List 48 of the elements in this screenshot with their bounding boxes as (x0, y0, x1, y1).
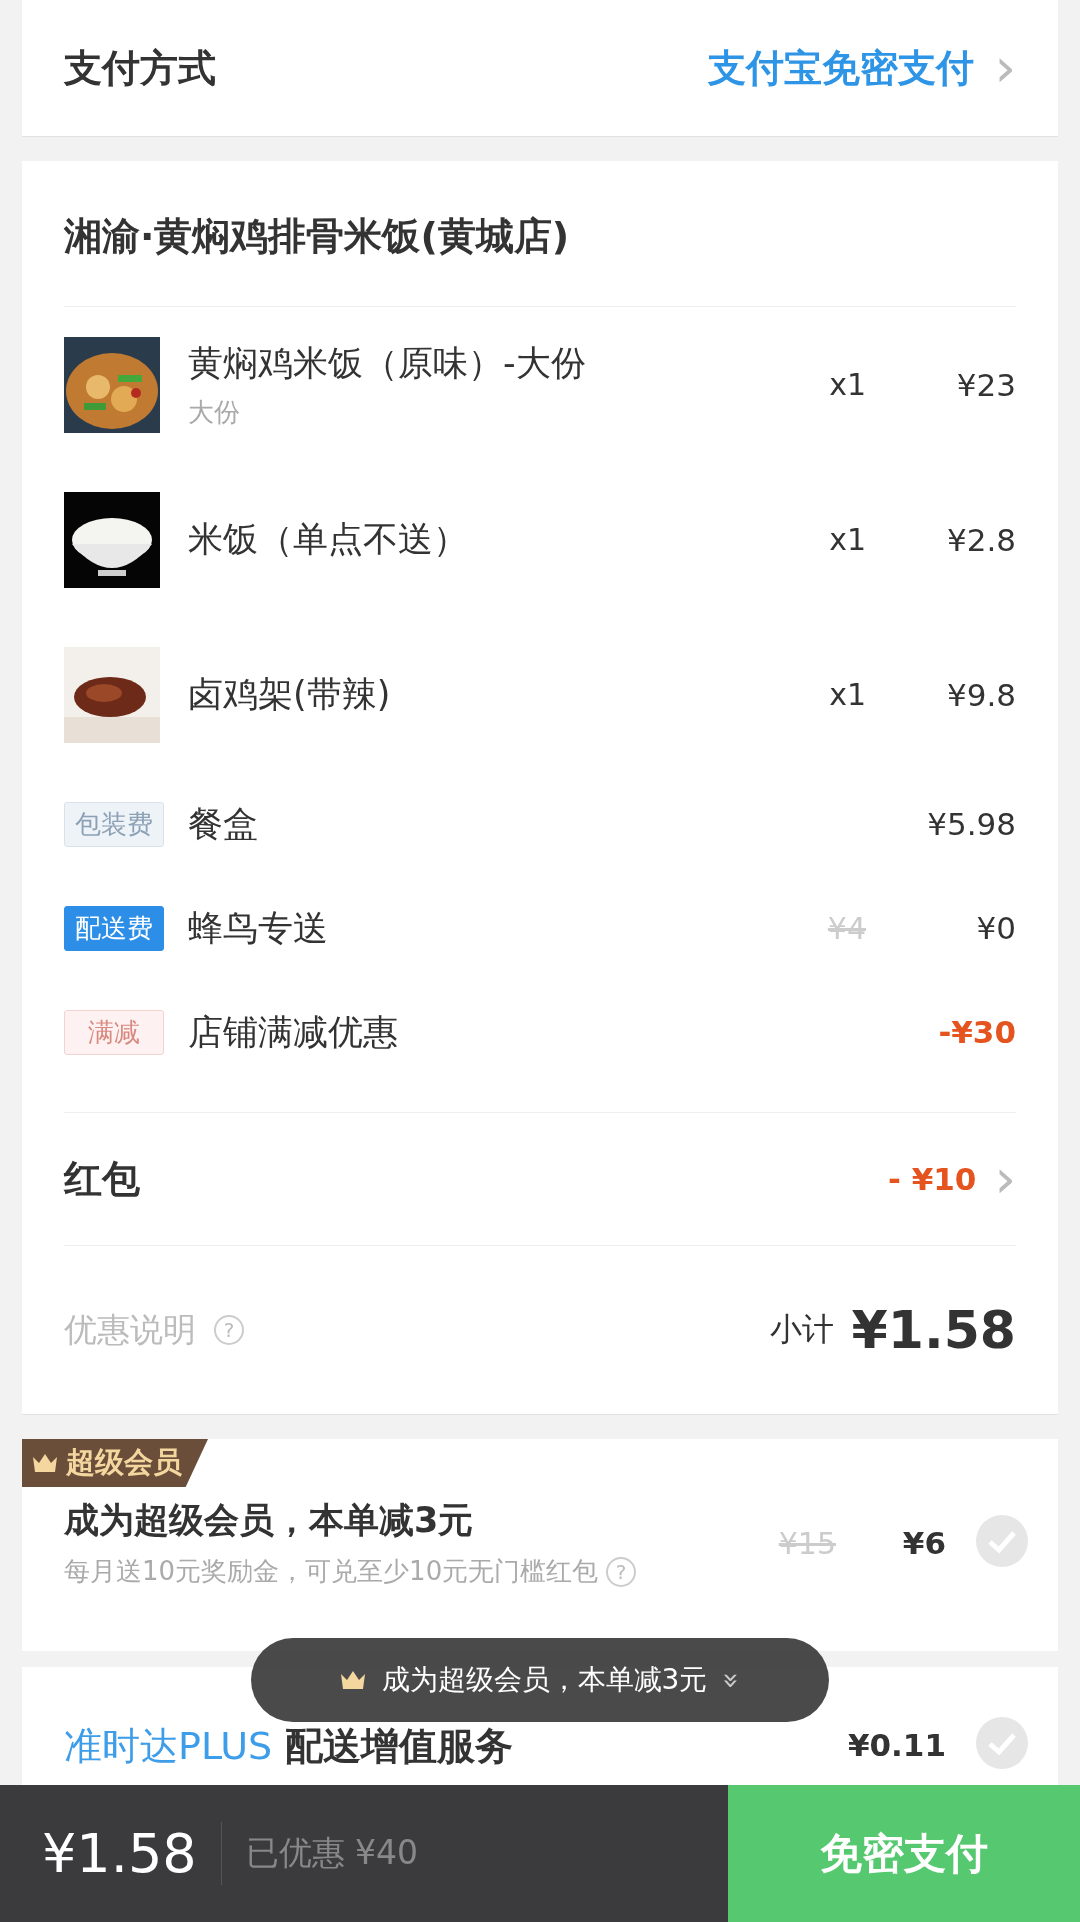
store-name: 湘渝·黄焖鸡排骨米饭(黄城店) (64, 161, 1016, 307)
item-name: 黄焖鸡米饭（原味）-大份 (188, 341, 587, 385)
plus-title: 配送增值服务 (285, 1724, 514, 1768)
member-offer-title: 成为超级会员，本单减3元 (64, 1499, 475, 1542)
plus-price: ¥0.11 (846, 1727, 946, 1763)
fee-tag: 满减 (64, 1009, 164, 1055)
item-spec: 大份 (188, 395, 241, 429)
crown-icon (339, 1670, 366, 1690)
item-quantity: x1 (828, 367, 866, 402)
payment-method-label: 支付方式 (64, 44, 217, 92)
pay-button[interactable]: 免密支付 (728, 1785, 1080, 1922)
subtotal-label: 小计 (769, 1309, 834, 1350)
help-icon[interactable]: ? (214, 1315, 244, 1345)
check-icon[interactable] (976, 1717, 1028, 1769)
chevron-icon[interactable]: › (994, 1152, 1016, 1206)
toast[interactable]: 成为超级会员，本单减3元 » (251, 1638, 829, 1722)
discount-note-link[interactable]: 优惠说明 (64, 1307, 196, 1353)
fee-tag: 配送费 (64, 905, 164, 951)
saved-amount: 已优惠 ¥40 (245, 1832, 420, 1874)
subtotal-value: ¥1.58 (851, 1300, 1016, 1360)
check-icon[interactable] (976, 1515, 1028, 1567)
coupon-label: 红包 (64, 1155, 141, 1203)
item-name: 卤鸡架(带辣) (188, 673, 392, 716)
payment-method-value[interactable]: 支付宝免密支付 (708, 42, 975, 94)
fee-price: ¥0 (975, 910, 1016, 946)
plus-brand: 准时达PLUS (64, 1724, 273, 1768)
item-price: ¥9.8 (945, 676, 1016, 713)
fee-price: -¥30 (937, 1014, 1016, 1050)
total-price: ¥1.58 (42, 1822, 222, 1885)
item-quantity: x1 (828, 522, 866, 557)
help-icon[interactable]: ? (606, 1556, 637, 1587)
chevron-icon[interactable]: › (994, 41, 1016, 95)
item-price: ¥23 (955, 366, 1016, 403)
member-price: ¥6 (901, 1525, 946, 1561)
fee-name: 蜂鸟专送 (188, 906, 329, 950)
fee-price: ¥5.98 (926, 806, 1016, 842)
item-name: 米饭（单点不送） (188, 518, 469, 561)
fee-name: 餐盒 (188, 802, 259, 846)
badge-text: 超级会员 (66, 1444, 182, 1481)
member-offer-description: 每月送10元奖励金，可兑至少10元无门槛红包 (64, 1555, 599, 1588)
fee-name: 店铺满减优惠 (188, 1010, 399, 1054)
coupon-value[interactable]: - ¥10 (826, 1161, 977, 1197)
crown-icon (32, 1453, 58, 1473)
item-price: ¥2.8 (945, 521, 1016, 558)
toast-text: 成为超级会员，本单减3元 (381, 1662, 708, 1698)
item-quantity: x1 (828, 677, 866, 712)
chevron-icon: » (715, 1671, 749, 1689)
fee-tag: 包装费 (64, 801, 164, 847)
